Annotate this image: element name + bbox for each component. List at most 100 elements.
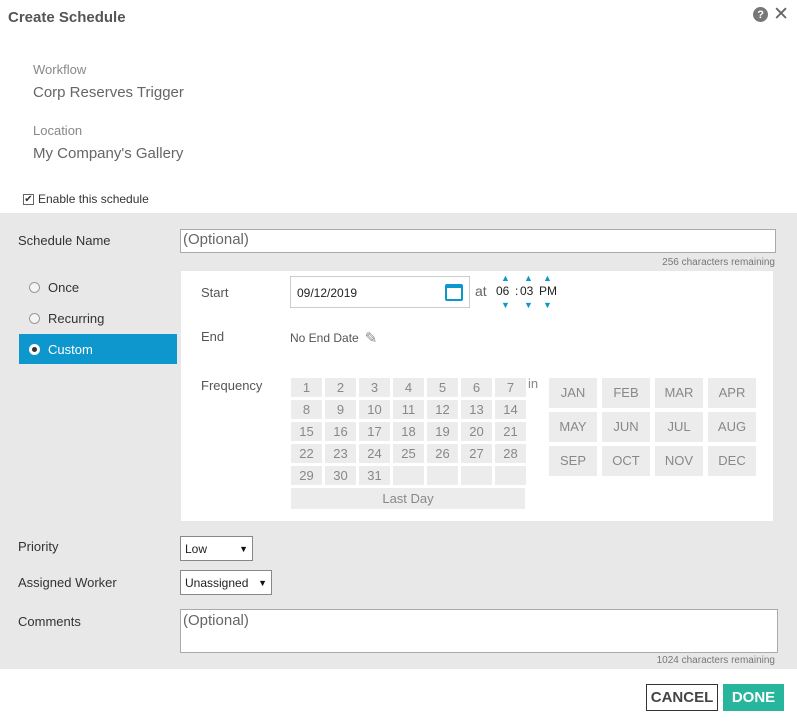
day-cell[interactable]: 23 [325,444,356,463]
radio-recurring[interactable] [29,312,40,324]
day-cell-empty [495,466,526,485]
day-cell[interactable]: 30 [325,466,356,485]
priority-value: Low [185,541,208,556]
month-cell[interactable]: NOV [655,446,703,476]
month-cell[interactable]: FEB [602,378,650,408]
month-cell[interactable]: AUG [708,412,756,442]
schedule-type-custom[interactable]: Custom [19,334,177,364]
ampm-up-icon[interactable]: ▲ [543,273,552,283]
day-cell[interactable]: 19 [427,422,458,441]
schedule-name-input[interactable]: (Optional) [180,229,776,253]
comments-remaining: 1024 characters remaining [656,655,775,666]
month-cell[interactable]: APR [708,378,756,408]
end-date-value: No End Date [290,331,359,345]
radio-custom[interactable] [29,343,40,355]
schedule-type-once[interactable]: Once [19,272,177,302]
enable-schedule-row[interactable]: ✔ Enable this schedule [23,192,149,206]
close-icon[interactable]: ✕ [773,5,789,24]
month-cell[interactable]: DEC [708,446,756,476]
day-cell[interactable]: 18 [393,422,424,441]
location-value: My Company's Gallery [33,145,184,162]
month-grid: JAN FEB MAR APR MAY JUN JUL AUG SEP OCT NOV DEC [549,378,756,476]
radio-recurring-label: Recurring [48,310,105,326]
day-cell[interactable]: 9 [325,400,356,419]
help-icon[interactable]: ? [753,7,769,22]
day-cell[interactable]: 10 [359,400,390,419]
ampm-down-icon[interactable]: ▼ [543,300,552,310]
day-cell[interactable]: 6 [461,378,492,397]
day-cell[interactable]: 8 [291,400,322,419]
day-cell[interactable]: 15 [291,422,322,441]
start-date-input[interactable]: 09/12/2019 [290,276,470,308]
minute-value[interactable]: 03 [520,284,533,298]
day-cell[interactable]: 4 [393,378,424,397]
month-cell[interactable]: JUN [602,412,650,442]
workflow-label: Workflow [33,62,87,77]
day-cell[interactable]: 22 [291,444,322,463]
start-label: Start [201,285,229,300]
day-cell[interactable]: 2 [325,378,356,397]
day-cell[interactable]: 26 [427,444,458,463]
minute-up-icon[interactable]: ▲ [524,273,533,283]
month-cell[interactable]: JAN [549,378,597,408]
month-cell[interactable]: JUL [655,412,703,442]
day-cell[interactable]: 11 [393,400,424,419]
at-label: at [475,283,487,299]
hour-up-icon[interactable]: ▲ [501,273,510,283]
hour-value[interactable]: 06 [496,284,509,298]
last-day-button[interactable]: Last Day [291,488,525,509]
priority-label: Priority [18,539,59,554]
in-label: in [528,376,539,391]
hour-down-icon[interactable]: ▼ [501,300,510,310]
custom-schedule-panel: Start 09/12/2019 at ▲ ▲ ▲ 06 : 03 PM ▼ ▼… [181,271,773,521]
month-cell[interactable]: OCT [602,446,650,476]
day-cell[interactable]: 7 [495,378,526,397]
month-cell[interactable]: MAR [655,378,703,408]
day-cell[interactable]: 28 [495,444,526,463]
location-label: Location [33,123,83,138]
day-cell[interactable]: 24 [359,444,390,463]
day-cell[interactable]: 20 [461,422,492,441]
schedule-name-label: Schedule Name [18,233,111,248]
start-date-value: 09/12/2019 [297,286,358,300]
day-cell[interactable]: 27 [461,444,492,463]
minute-down-icon[interactable]: ▼ [524,300,533,310]
pencil-icon[interactable]: ✎ [365,329,378,347]
chevron-down-icon: ▼ [239,543,248,554]
cancel-button[interactable]: CANCEL [646,684,718,711]
day-cell[interactable]: 13 [461,400,492,419]
day-cell[interactable]: 14 [495,400,526,419]
day-cell[interactable]: 29 [291,466,322,485]
day-cell-empty [461,466,492,485]
month-cell[interactable]: SEP [549,446,597,476]
day-cell[interactable]: 31 [359,466,390,485]
priority-select[interactable]: Low ▼ [180,536,253,561]
ampm-value[interactable]: PM [539,284,557,298]
day-cell[interactable]: 16 [325,422,356,441]
day-cell-empty [393,466,424,485]
comments-label: Comments [18,614,81,629]
radio-once-label: Once [48,279,80,295]
day-cell[interactable]: 12 [427,400,458,419]
schedule-type-recurring[interactable]: Recurring [19,303,177,333]
end-date-field[interactable]: No End Date ✎ [290,329,377,347]
day-cell[interactable]: 21 [495,422,526,441]
assigned-worker-select[interactable]: Unassigned ▼ [180,570,272,595]
day-cell[interactable]: 1 [291,378,322,397]
day-cell[interactable]: 25 [393,444,424,463]
header-icons: ? ✕ [753,5,789,24]
day-cell[interactable]: 5 [427,378,458,397]
comments-input[interactable]: (Optional) [180,609,778,653]
day-cell[interactable]: 3 [359,378,390,397]
workflow-value: Corp Reserves Trigger [33,84,184,101]
enable-schedule-checkbox[interactable]: ✔ [23,193,34,205]
done-button[interactable]: DONE [723,684,784,711]
time-separator: : [515,284,519,298]
day-cell[interactable]: 17 [359,422,390,441]
calendar-icon[interactable] [445,284,463,301]
assigned-worker-label: Assigned Worker [18,575,117,590]
schedule-name-remaining: 256 characters remaining [662,257,775,268]
chevron-down-icon: ▼ [258,577,267,588]
radio-once[interactable] [29,281,40,293]
month-cell[interactable]: MAY [549,412,597,442]
